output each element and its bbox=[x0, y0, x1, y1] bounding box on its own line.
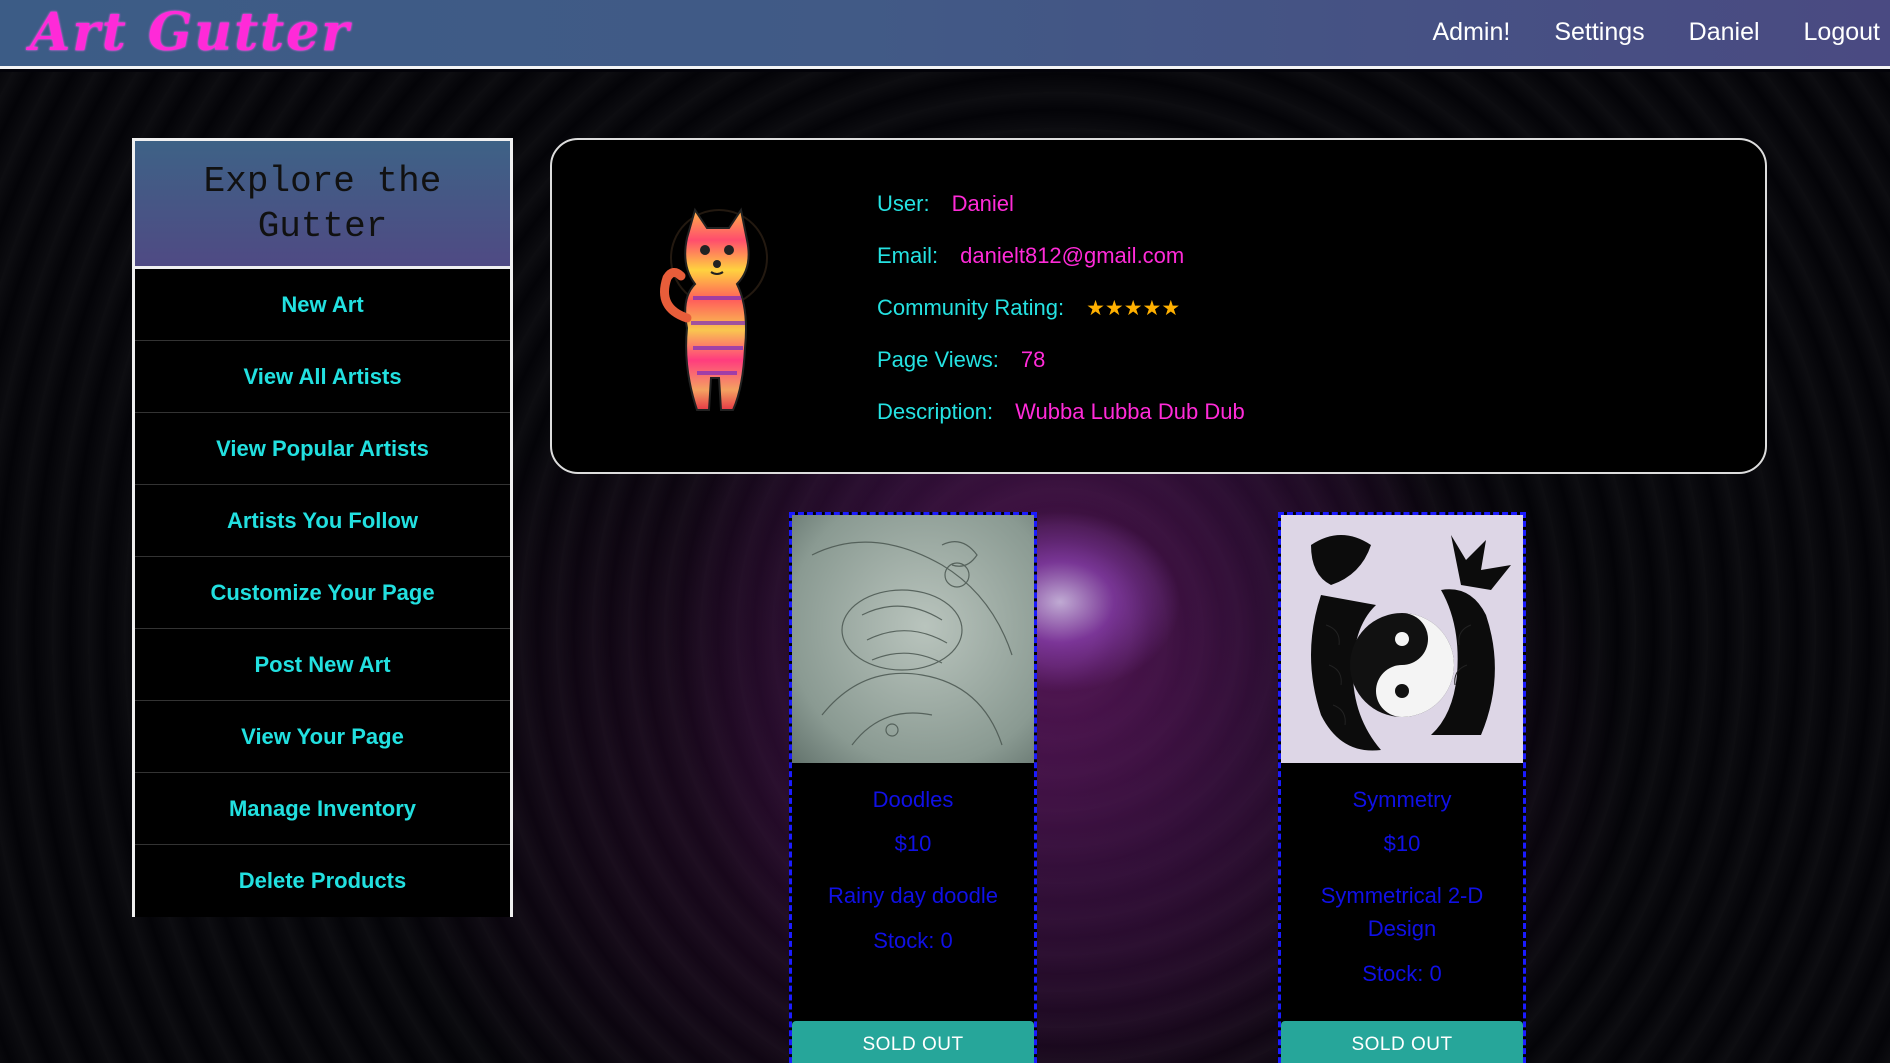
nav-links: Admin! Settings Daniel Logout bbox=[1433, 18, 1881, 47]
sold-out-button[interactable]: SOLD OUT bbox=[792, 1021, 1034, 1063]
star-rating-icon: ★★★★★ bbox=[1086, 296, 1181, 320]
sidebar-item-post-new-art[interactable]: Post New Art bbox=[135, 629, 510, 701]
user-label: User: bbox=[877, 191, 930, 216]
product-card: Doodles $10 Rainy day doodle Stock: 0 SO… bbox=[789, 512, 1037, 1063]
sidebar-item-view-your-page[interactable]: View Your Page bbox=[135, 701, 510, 773]
top-navbar: Art Gutter Admin! Settings Daniel Logout bbox=[0, 0, 1890, 69]
profile-info: User: Daniel Email: danielt812@gmail.com… bbox=[877, 178, 1245, 438]
user-value: Daniel bbox=[951, 191, 1014, 216]
nav-user-link[interactable]: Daniel bbox=[1689, 18, 1760, 47]
explore-sidebar: Explore the Gutter New Art View All Arti… bbox=[132, 138, 513, 917]
sidebar-item-view-all-artists[interactable]: View All Artists bbox=[135, 341, 510, 413]
product-stock: Stock: 0 bbox=[873, 928, 953, 953]
product-card: Symmetry $10 Symmetrical 2-D Design Stoc… bbox=[1278, 512, 1526, 1063]
product-description: Symmetrical 2-D Design bbox=[1320, 883, 1484, 941]
product-stock: Stock: 0 bbox=[1362, 961, 1442, 986]
sold-out-button[interactable]: SOLD OUT bbox=[1281, 1021, 1523, 1063]
nav-settings-link[interactable]: Settings bbox=[1554, 18, 1644, 47]
user-row: User: Daniel bbox=[877, 178, 1245, 230]
description-label: Description: bbox=[877, 399, 994, 424]
views-row: Page Views: 78 bbox=[877, 334, 1245, 386]
description-value: Wubba Lubba Dub Dub bbox=[1015, 399, 1245, 424]
product-details: Doodles $10 Rainy day doodle Stock: 0 bbox=[792, 787, 1034, 954]
sidebar-item-artists-you-follow[interactable]: Artists You Follow bbox=[135, 485, 510, 557]
email-value: danielt812@gmail.com bbox=[960, 243, 1185, 268]
sidebar-title: Explore the Gutter bbox=[135, 141, 510, 269]
rating-label: Community Rating: bbox=[877, 295, 1065, 320]
sidebar-item-manage-inventory[interactable]: Manage Inventory bbox=[135, 773, 510, 845]
views-value: 78 bbox=[1020, 347, 1046, 372]
rating-row: Community Rating: ★★★★★ bbox=[877, 282, 1245, 334]
product-price: $10 bbox=[1383, 831, 1421, 856]
product-details: Symmetry $10 Symmetrical 2-D Design Stoc… bbox=[1281, 787, 1523, 987]
email-row: Email: danielt812@gmail.com bbox=[877, 230, 1245, 282]
product-price: $10 bbox=[894, 831, 932, 856]
product-image-symmetry[interactable] bbox=[1281, 515, 1523, 763]
nav-logout-link[interactable]: Logout bbox=[1804, 18, 1880, 47]
product-image-doodles[interactable] bbox=[792, 515, 1034, 763]
nav-admin-link[interactable]: Admin! bbox=[1433, 18, 1511, 47]
profile-card: User: Daniel Email: danielt812@gmail.com… bbox=[550, 138, 1767, 474]
email-label: Email: bbox=[877, 243, 939, 268]
sidebar-item-delete-products[interactable]: Delete Products bbox=[135, 845, 510, 917]
sidebar-item-new-art[interactable]: New Art bbox=[135, 269, 510, 341]
sidebar-item-view-popular-artists[interactable]: View Popular Artists bbox=[135, 413, 510, 485]
avatar-cat-image bbox=[660, 207, 768, 411]
views-label: Page Views: bbox=[877, 347, 999, 372]
product-description: Rainy day doodle bbox=[827, 883, 998, 908]
site-logo[interactable]: Art Gutter bbox=[30, 2, 351, 63]
product-title[interactable]: Doodles bbox=[792, 787, 1034, 813]
product-title[interactable]: Symmetry bbox=[1281, 787, 1523, 813]
description-row: Description: Wubba Lubba Dub Dub bbox=[877, 386, 1245, 438]
sidebar-item-customize-page[interactable]: Customize Your Page bbox=[135, 557, 510, 629]
